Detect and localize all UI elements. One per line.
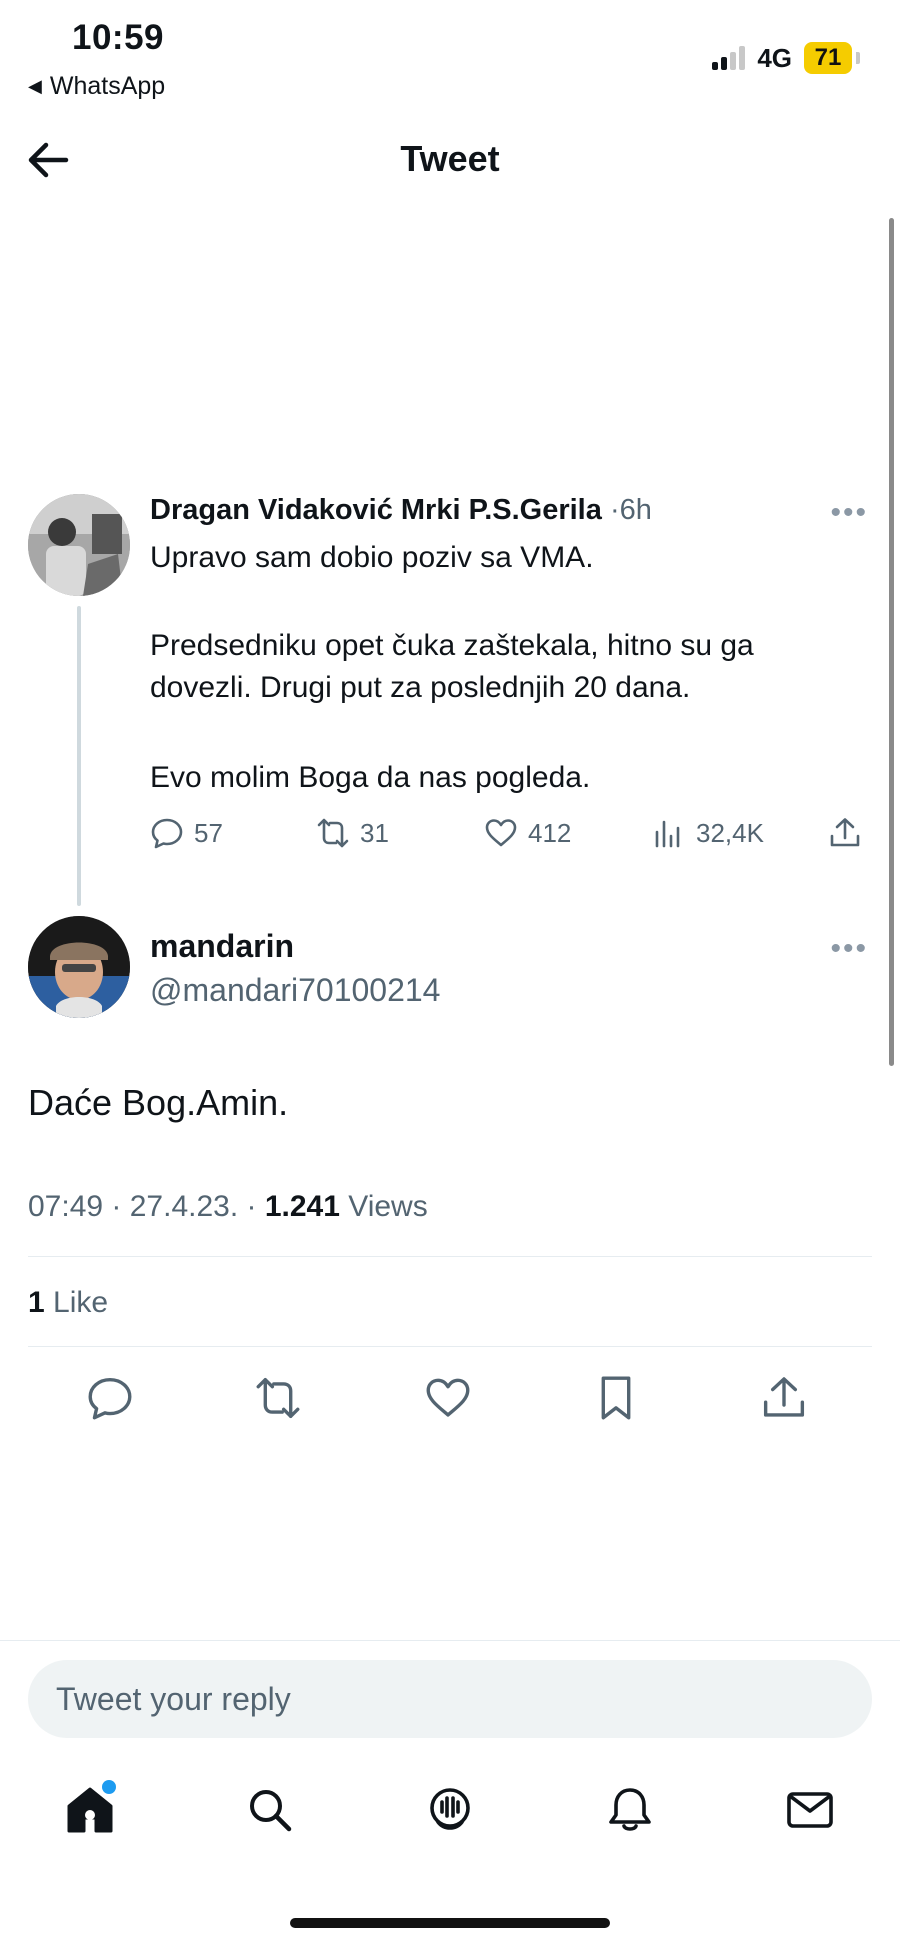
bookmark-icon[interactable] bbox=[592, 1374, 640, 1422]
parent-author-avatar[interactable] bbox=[28, 494, 130, 596]
parent-text-line: Evo molim Boga da nas pogleda. bbox=[150, 761, 591, 794]
like-count: 412 bbox=[528, 817, 572, 848]
page-title: Tweet bbox=[400, 138, 500, 179]
signal-icon bbox=[712, 46, 746, 70]
reply-author-handle[interactable]: @mandari70100214 bbox=[150, 972, 440, 1009]
heart-icon[interactable] bbox=[424, 1374, 472, 1422]
parent-text-line: dovezli. Drugi put za poslednjih 20 dana… bbox=[150, 671, 691, 704]
battery-icon: 71 bbox=[804, 42, 852, 74]
parent-tweet-age: 6h bbox=[619, 494, 652, 526]
reply-views-count: 1.241 bbox=[264, 1190, 340, 1223]
reply-text: Daće Bog.Amin. bbox=[28, 1082, 289, 1123]
back-triangle-icon: ◀ bbox=[28, 76, 42, 96]
status-time: 10:59 bbox=[72, 18, 165, 57]
retweet-button[interactable]: 31 bbox=[316, 816, 389, 850]
reply-timestamp[interactable]: 07:49 · 27.4.23. · bbox=[28, 1190, 265, 1223]
divider bbox=[28, 1346, 872, 1347]
reply-icon bbox=[151, 818, 183, 849]
reply-views-label: Views bbox=[339, 1190, 428, 1223]
back-to-app-link[interactable]: ◀ WhatsApp bbox=[28, 72, 165, 101]
reply-meta: 07:49 · 27.4.23. · 1.241 Views bbox=[28, 1190, 428, 1224]
back-app-label: WhatsApp bbox=[49, 72, 166, 100]
messages-envelope-icon[interactable] bbox=[784, 1784, 836, 1836]
share-icon[interactable] bbox=[760, 1374, 808, 1422]
spaces-icon[interactable] bbox=[424, 1784, 476, 1836]
likes-summary[interactable]: 1 Like bbox=[28, 1286, 108, 1320]
reply-input[interactable] bbox=[28, 1660, 872, 1738]
reply-more-button[interactable]: ••• bbox=[830, 932, 868, 966]
share-button[interactable] bbox=[828, 816, 862, 850]
likes-count: 1 bbox=[28, 1286, 45, 1319]
parent-action-bar: 57 31 412 32,4K bbox=[150, 816, 870, 860]
retweet-icon[interactable] bbox=[254, 1374, 302, 1422]
views-chart-icon bbox=[655, 820, 680, 848]
likes-label: Like bbox=[44, 1286, 109, 1319]
parent-author-name[interactable]: Dragan Vidaković Mrki P.S.Gerila bbox=[150, 494, 602, 526]
top-header: Tweet bbox=[0, 120, 900, 200]
search-icon[interactable] bbox=[244, 1784, 296, 1836]
views-button[interactable]: 32,4K bbox=[652, 816, 764, 850]
reply-count: 57 bbox=[194, 817, 223, 848]
parent-text-line: Upravo sam dobio poziv sa VMA. bbox=[150, 541, 594, 574]
retweet-icon bbox=[317, 818, 349, 848]
reply-bar-divider bbox=[0, 1640, 900, 1641]
reply-author-avatar[interactable] bbox=[28, 916, 130, 1018]
reply-button[interactable]: 57 bbox=[150, 816, 223, 850]
parent-tweet-header: Dragan Vidaković Mrki P.S.Gerila ·6h bbox=[150, 494, 652, 527]
like-button[interactable]: 412 bbox=[484, 816, 571, 850]
reply-author-name[interactable]: mandarin bbox=[150, 928, 294, 965]
reply-icon[interactable] bbox=[86, 1374, 134, 1422]
retweet-count: 31 bbox=[360, 817, 389, 848]
network-label: 4G bbox=[757, 42, 792, 73]
heart-icon bbox=[485, 819, 517, 847]
thread-line bbox=[77, 606, 81, 906]
parent-time-separator: · bbox=[609, 494, 620, 526]
parent-text-line: Predsedniku opet čuka zaštekala, hitno s… bbox=[150, 629, 754, 662]
home-notification-dot bbox=[102, 1780, 116, 1794]
status-indicators: 4G 71 bbox=[712, 42, 860, 74]
parent-more-button[interactable]: ••• bbox=[830, 496, 868, 530]
reply-action-bar bbox=[0, 1374, 900, 1424]
divider bbox=[28, 1256, 872, 1257]
battery-tip bbox=[856, 52, 860, 64]
scrollbar[interactable] bbox=[889, 218, 894, 1066]
home-indicator[interactable] bbox=[290, 1918, 610, 1928]
views-count: 32,4K bbox=[696, 817, 764, 848]
share-icon bbox=[830, 818, 860, 847]
notifications-bell-icon[interactable] bbox=[604, 1784, 656, 1836]
bottom-tab-bar bbox=[0, 1784, 900, 1840]
